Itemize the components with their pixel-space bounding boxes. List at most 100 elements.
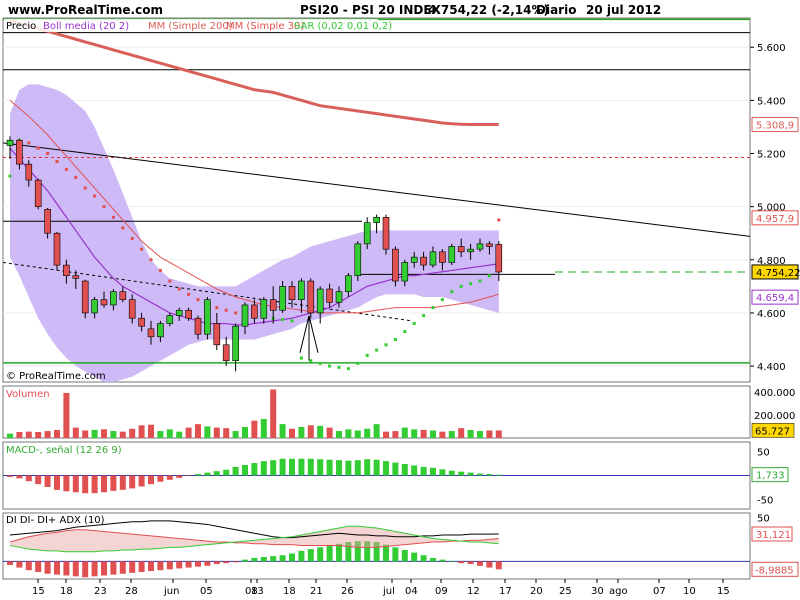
dmi-diff-bar [232,561,239,563]
candle-body [251,304,258,319]
x-tick-label: jun [163,586,179,597]
dmi-diff-bar [307,549,314,562]
x-tick-label: 21 [310,586,323,597]
sar-dot [64,167,68,171]
volume-bar [195,424,201,438]
sar-dot [111,215,115,219]
x-tick-label: 05 [200,586,213,597]
candle-body [166,315,174,324]
dmi-diff-bar [260,557,267,562]
macd-bar [119,475,126,490]
dmi-diff-bar [119,561,126,574]
volume-bar [430,430,436,438]
dmi-diff-bar [392,547,399,562]
candle-body [147,328,155,338]
dmi-diff-bar [326,545,333,562]
candle-body [373,216,380,223]
macd-bar [317,459,324,476]
dmi-diff-bar [317,547,324,562]
macd-tick-label: 50 [757,448,770,459]
volume-tick-label: 200.000 [754,411,795,422]
macd-title: MACD-, señal (12 26 9) [6,445,122,456]
sar-dot [158,268,162,272]
dmi-diff-bar [166,561,173,570]
sar-dot [309,359,313,363]
macd-bar [439,469,446,476]
sar-dot [130,237,134,241]
dmi-diff-bar [7,561,13,565]
dmi-diff-bar [195,561,201,567]
dmi-diff-bar [383,544,389,562]
volume-bar [119,431,126,438]
sar-dot [346,367,350,371]
volume-bar [25,431,32,438]
volume-bar [495,430,502,438]
candle-body [157,323,164,338]
sar-dot [177,287,181,291]
volume-bar [204,426,211,438]
legend-price: Precio [6,21,36,32]
volume-bar [35,431,42,438]
volume-bar [16,431,23,438]
candle-body [429,251,437,266]
dmi-diff-bar [185,561,192,568]
volume-bar [458,428,465,438]
volume-bar [242,427,248,438]
dmi-diff-bar [82,561,89,578]
volume-bar [63,392,70,438]
legend-sar: SAR (0,02 0,01 0,2) [294,21,392,32]
x-tick-label: jul [382,586,395,597]
candle-body [260,299,268,319]
dmi-diff-bar [279,555,286,562]
sar-dot [393,337,397,341]
sar-dot [375,348,379,352]
x-tick-label: 28 [125,586,138,597]
sar-dot [46,152,50,156]
volume-bar [486,430,493,438]
sar-dot [74,175,78,179]
volume-bar [289,428,295,438]
price-value-label: 4.659,4 [756,293,794,304]
candle-body [486,243,493,247]
sar-dot [403,330,407,334]
macd-bar [223,469,230,476]
x-tick-label: 18 [60,586,73,597]
candle-body [335,291,343,303]
macd-bar [213,471,220,476]
macd-bar [195,474,201,476]
x-tick-label: 15 [717,586,730,597]
macd-bar [101,475,107,493]
volume-bar [298,427,305,438]
volume-tick-label: 400.000 [754,388,795,399]
dmi-diff-bar [448,561,455,562]
macd-bar [176,475,183,478]
sar-dot [384,343,388,347]
legend-sma200: MM (Simple 200) [148,21,233,32]
price-tick-label: 5.400 [757,96,786,107]
price-tick-label: 5.200 [757,150,786,161]
dmi-title: DI DI- DI+ ADX (10) [6,515,105,526]
volume-bar [307,425,314,438]
macd-tick-label: -50 [757,495,773,506]
price-tick-label: 5.600 [757,43,786,54]
dmi-diff-bar [486,561,493,568]
legend-boll: Boll media (20 2) [43,21,129,32]
site-name[interactable]: www.ProRealTime.com [8,3,163,17]
macd-bar [354,460,361,476]
candle-body [307,280,315,314]
candle-body [44,208,51,234]
volume-bar [420,429,427,438]
volume-bar [82,430,89,438]
volume-bar [439,431,446,438]
macd-bar [458,471,465,476]
candle-body [288,286,296,300]
volume-bar [383,431,389,438]
candle-body [16,139,23,165]
volume-bar [157,431,164,438]
x-tick-label: 09 [435,586,448,597]
macd-bar [72,475,79,493]
dmi-diff-bar [148,561,154,572]
sar-dot [224,308,228,312]
macd-bar [260,461,267,476]
price-value-label: 5.308,9 [756,121,794,132]
